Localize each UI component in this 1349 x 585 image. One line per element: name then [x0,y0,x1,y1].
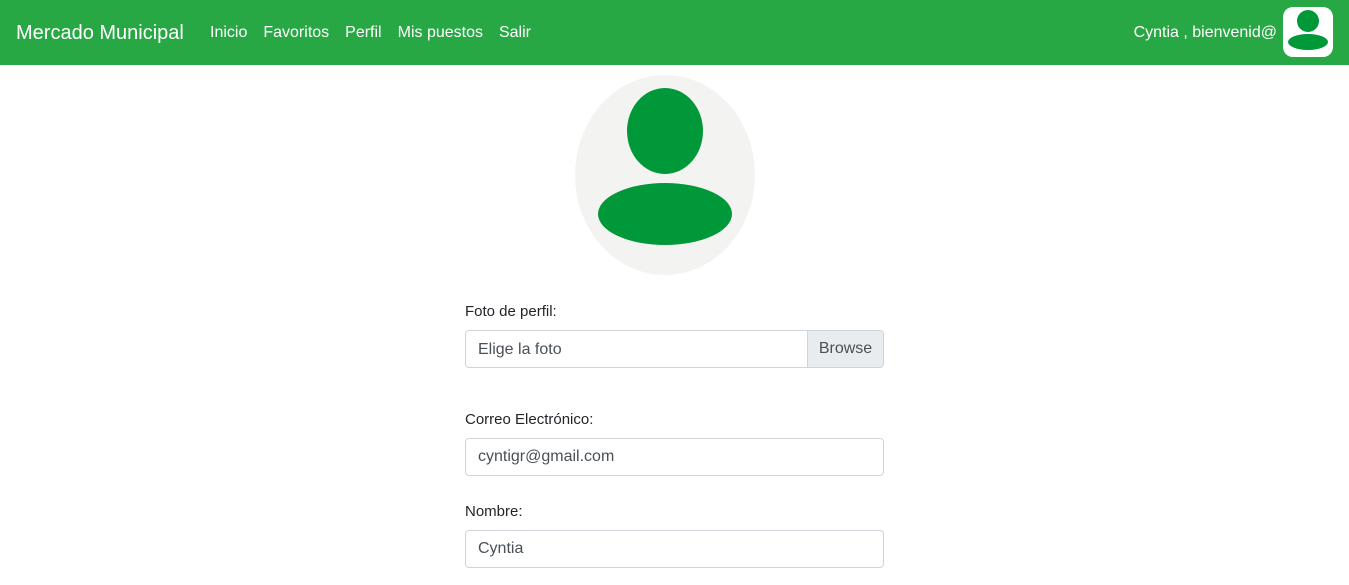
photo-file-placeholder: Elige la foto [478,341,562,358]
navbar: Mercado Municipal Inicio Favoritos Perfi… [0,0,1349,65]
nav-link-mis-puestos[interactable]: Mis puestos [398,23,483,43]
name-field[interactable] [465,530,884,568]
nav-links: Inicio Favoritos Perfil Mis puestos Sali… [210,23,547,43]
photo-label: Foto de perfil: [465,303,557,320]
nav-link-perfil[interactable]: Perfil [345,23,381,43]
welcome-text: Cyntia , bienvenid@ [1133,24,1277,41]
name-label: Nombre: [465,503,523,520]
browse-button[interactable]: Browse [807,331,883,367]
nav-link-salir[interactable]: Salir [499,23,531,43]
nav-avatar[interactable] [1283,7,1333,57]
user-icon [598,88,732,245]
brand-link[interactable]: Mercado Municipal [16,20,184,46]
profile-avatar [575,75,755,275]
nav-link-favoritos[interactable]: Favoritos [263,23,329,43]
email-field[interactable] [465,438,884,476]
email-label: Correo Electrónico: [465,411,594,428]
user-icon [1288,10,1328,50]
photo-file-input[interactable]: Elige la foto Browse [465,330,884,368]
nav-link-inicio[interactable]: Inicio [210,23,247,43]
